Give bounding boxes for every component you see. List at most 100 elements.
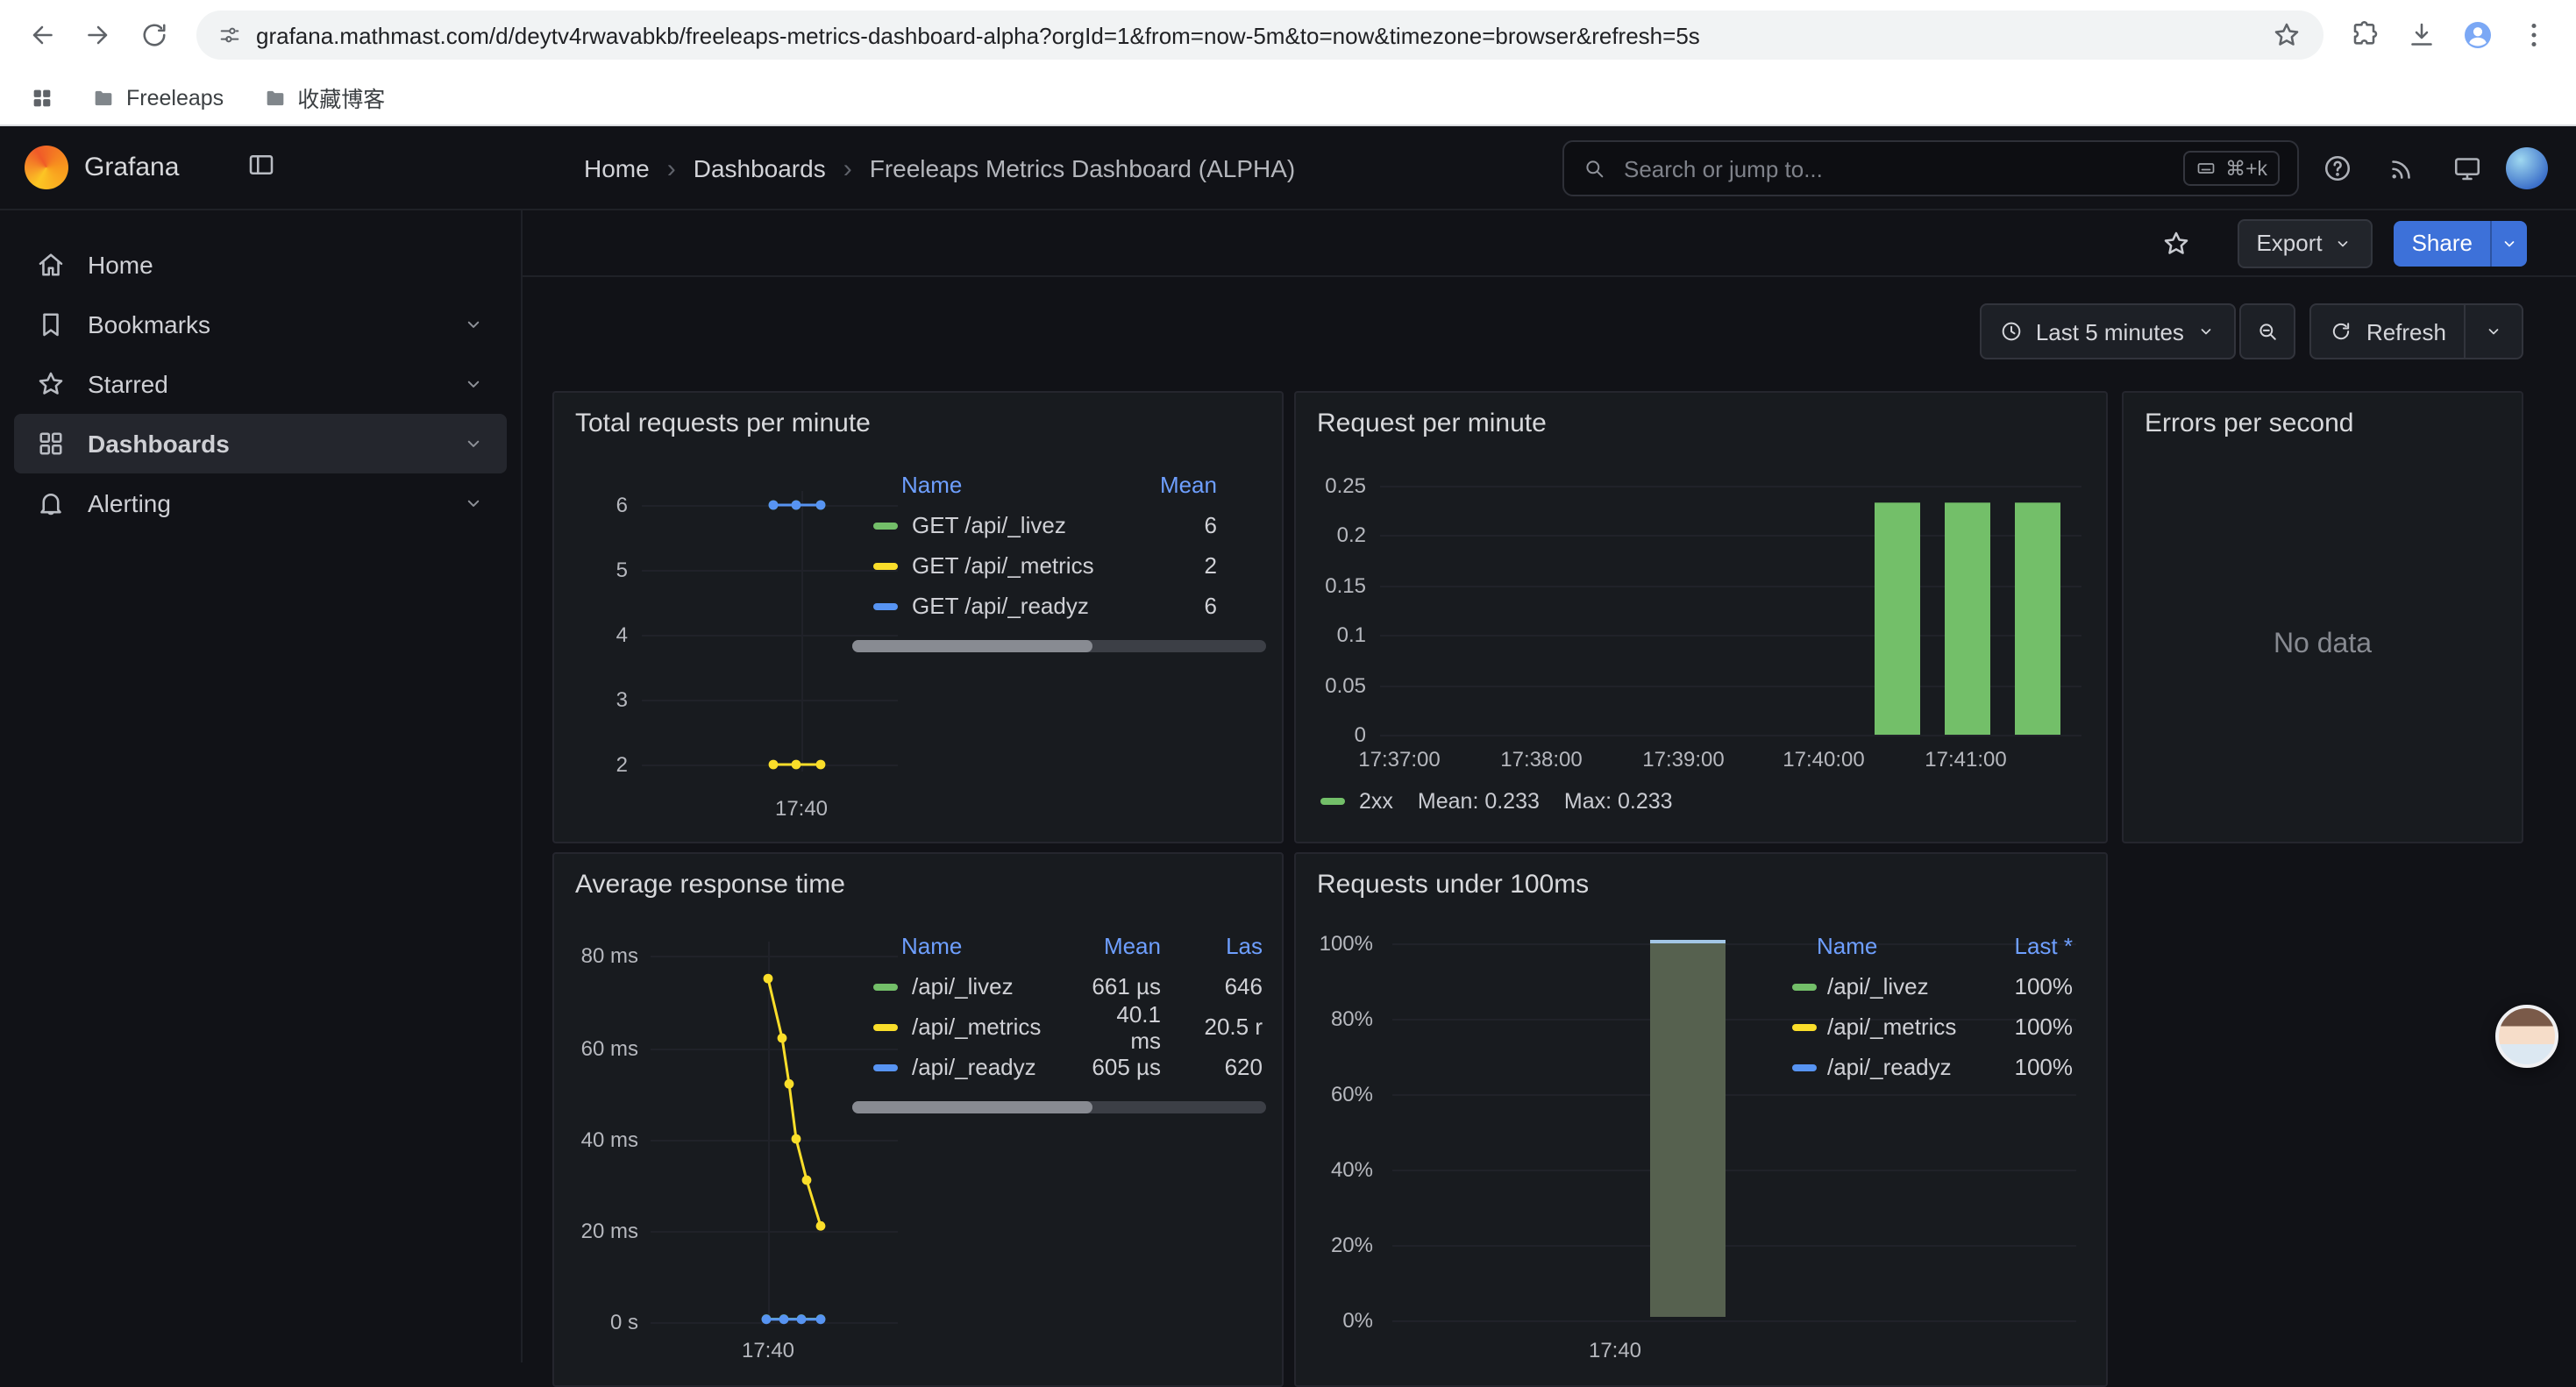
series-name[interactable]: /api/_readyz xyxy=(912,1054,1036,1080)
table-row[interactable]: GET /api/_metrics 2 xyxy=(852,545,1266,586)
series-color-swatch xyxy=(873,602,898,609)
legend-max: Max: 0.233 xyxy=(1564,789,1673,814)
panel-title[interactable]: Average response time xyxy=(554,854,1282,900)
sidebar-item-alerting[interactable]: Alerting xyxy=(14,473,507,533)
favorite-star-icon[interactable] xyxy=(2160,227,2191,259)
x-tick: 17:37:00 xyxy=(1336,747,1462,772)
y-tick: 60% xyxy=(1296,1082,1373,1106)
sidebar-item-bookmarks[interactable]: Bookmarks xyxy=(14,295,507,354)
panel-title[interactable]: Requests under 100ms xyxy=(1296,854,2106,900)
column-header-name[interactable]: Name xyxy=(1787,932,1877,958)
column-header-name[interactable]: Name xyxy=(852,932,1080,958)
table-row[interactable]: /api/_livez 661 µs 646 xyxy=(852,966,1266,1006)
series-name[interactable]: /api/_metrics xyxy=(1827,1014,2015,1040)
series-name[interactable]: /api/_livez xyxy=(912,973,1014,999)
screen: grafana.mathmast.com/d/deytv4rwavabkb/fr… xyxy=(0,0,2576,1362)
series-name[interactable]: GET /api/_livez xyxy=(912,512,1205,538)
table-row[interactable]: /api/_metrics 40.1 ms 20.5 r xyxy=(852,1006,1266,1047)
series-name[interactable]: /api/_readyz xyxy=(1827,1054,2015,1080)
chevron-down-icon xyxy=(461,372,486,396)
search-input[interactable] xyxy=(1620,153,2169,183)
breadcrumb-home[interactable]: Home xyxy=(584,154,650,182)
column-header-name[interactable]: Name xyxy=(852,471,962,497)
x-tick: 17:40 xyxy=(715,1338,821,1362)
forward-icon[interactable] xyxy=(74,11,123,60)
share-menu-chevron-icon[interactable] xyxy=(2492,232,2527,253)
panel-title[interactable]: Request per minute xyxy=(1296,393,2106,438)
bookmark-star-icon[interactable] xyxy=(2271,19,2302,51)
series-mean: 6 xyxy=(1205,512,1266,538)
column-header-last[interactable]: Las xyxy=(1161,932,1266,958)
site-settings-icon[interactable] xyxy=(217,23,242,47)
x-tick: 17:40:00 xyxy=(1761,747,1887,772)
series-name[interactable]: /api/_livez xyxy=(1827,973,2015,999)
y-tick: 5 xyxy=(558,558,628,582)
home-icon xyxy=(35,249,67,281)
news-rss-icon[interactable] xyxy=(2376,142,2429,195)
downloads-icon[interactable] xyxy=(2397,11,2446,60)
grafana-topnav: Grafana Home › Dashboards › Freeleaps Me… xyxy=(0,126,2576,210)
export-button[interactable]: Export xyxy=(2237,218,2373,267)
column-header-last[interactable]: Last * xyxy=(2015,932,2079,958)
back-icon[interactable] xyxy=(18,11,67,60)
horizontal-scrollbar[interactable] xyxy=(852,1101,1266,1113)
table-row[interactable]: /api/_livez 100% xyxy=(1787,966,2078,1006)
floating-assistant-avatar[interactable] xyxy=(2495,1005,2558,1068)
gridline xyxy=(1392,1170,2076,1171)
horizontal-scrollbar[interactable] xyxy=(852,640,1266,652)
series-last: 646 xyxy=(1161,973,1266,999)
y-tick: 4 xyxy=(558,622,628,647)
series-name[interactable]: /api/_metrics xyxy=(912,1014,1041,1040)
series-mean: 6 xyxy=(1205,593,1266,619)
refresh-interval-chevron-icon[interactable] xyxy=(2466,305,2522,358)
series-name[interactable]: GET /api/_metrics xyxy=(912,552,1205,579)
table-row[interactable]: /api/_readyz 605 µs 620 xyxy=(852,1047,1266,1087)
time-range-picker[interactable]: Last 5 minutes xyxy=(1980,303,2237,359)
sidebar-item-starred[interactable]: Starred xyxy=(14,354,507,414)
chart-legend: 2xx Mean: 0.233 Max: 0.233 xyxy=(1320,789,1673,814)
url-bar[interactable]: grafana.mathmast.com/d/deytv4rwavabkb/fr… xyxy=(196,11,2323,60)
series-color-swatch xyxy=(873,562,898,569)
series-color-swatch xyxy=(1792,983,1817,990)
sidebar-item-dashboards[interactable]: Dashboards xyxy=(14,414,507,473)
bookmarks-bar: Freeleaps 收藏博客 xyxy=(0,70,2576,126)
grafana-logo-icon[interactable] xyxy=(25,146,68,189)
table-row[interactable]: GET /api/_readyz 6 xyxy=(852,586,1266,626)
y-tick: 2 xyxy=(558,752,628,777)
zoom-out-button[interactable] xyxy=(2240,303,2296,359)
series-name[interactable]: 2xx xyxy=(1359,789,1393,814)
profile-avatar-icon[interactable] xyxy=(2453,11,2502,60)
legend-item[interactable]: 2xx xyxy=(1320,789,1393,814)
user-avatar[interactable] xyxy=(2506,147,2548,189)
series-color-swatch xyxy=(1792,1023,1817,1030)
chevron-down-icon xyxy=(461,491,486,516)
browser-menu-icon[interactable] xyxy=(2509,11,2558,60)
bookmark-label[interactable]: 收藏博客 xyxy=(297,81,385,114)
series-name[interactable]: GET /api/_readyz xyxy=(912,593,1205,619)
bookmark-folder-freeleaps[interactable]: Freeleaps xyxy=(77,80,238,115)
apps-grid-icon[interactable] xyxy=(18,73,67,122)
monitor-icon[interactable] xyxy=(2441,142,2494,195)
table-row[interactable]: /api/_readyz 100% xyxy=(1787,1047,2078,1087)
breadcrumb-dashboards[interactable]: Dashboards xyxy=(694,154,826,182)
url-text[interactable]: grafana.mathmast.com/d/deytv4rwavabkb/fr… xyxy=(256,22,2257,48)
sidebar-item-home[interactable]: Home xyxy=(14,235,507,295)
share-button[interactable]: Share xyxy=(2395,220,2527,266)
y-tick: 0.1 xyxy=(1296,622,1366,647)
bookmark-folder-blogs[interactable]: 收藏博客 xyxy=(248,75,399,119)
column-header-mean[interactable]: Mean xyxy=(1160,471,1266,497)
panel-title[interactable]: Total requests per minute xyxy=(554,393,1282,438)
panel-title[interactable]: Errors per second xyxy=(2124,393,2522,438)
reload-icon[interactable] xyxy=(130,11,179,60)
refresh-button[interactable]: Refresh xyxy=(2312,305,2464,358)
table-row[interactable]: GET /api/_livez 6 xyxy=(852,505,1266,545)
extensions-icon[interactable] xyxy=(2341,11,2390,60)
y-tick: 40 ms xyxy=(558,1127,638,1152)
column-header-mean[interactable]: Mean xyxy=(1080,932,1161,958)
bookmark-label[interactable]: Freeleaps xyxy=(126,85,224,110)
search-box[interactable]: ⌘+k xyxy=(1562,140,2299,196)
folder-icon xyxy=(91,85,116,110)
help-icon[interactable] xyxy=(2311,142,2364,195)
table-row[interactable]: /api/_metrics 100% xyxy=(1787,1006,2078,1047)
sidebar-toggle-icon[interactable] xyxy=(246,149,277,181)
